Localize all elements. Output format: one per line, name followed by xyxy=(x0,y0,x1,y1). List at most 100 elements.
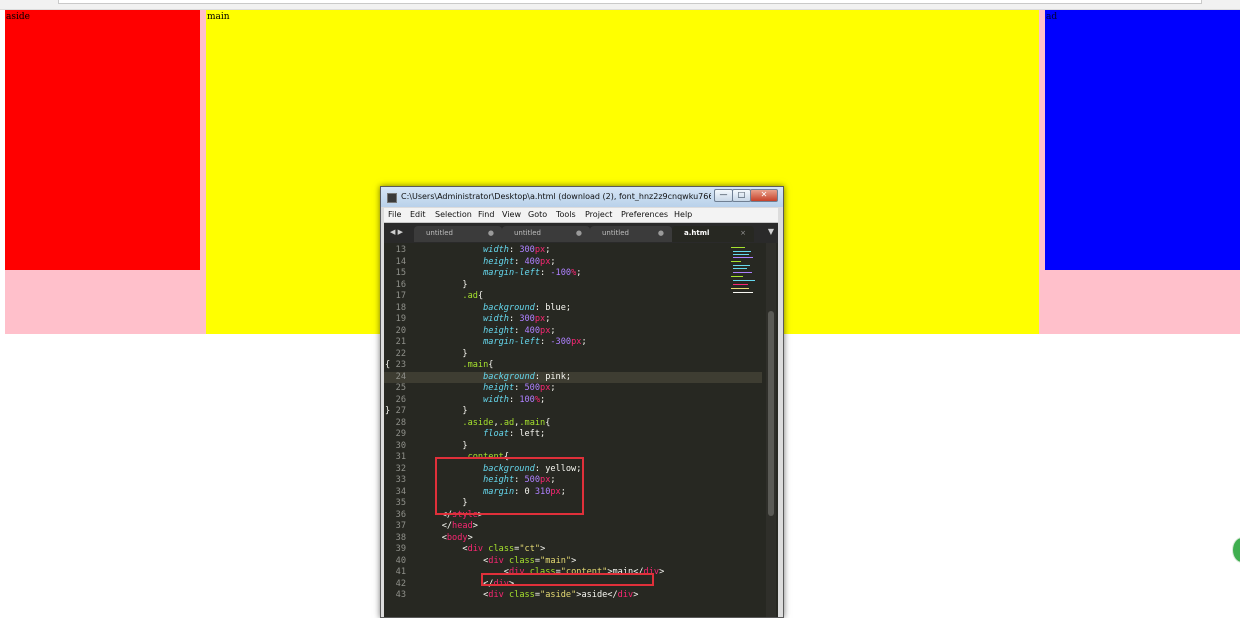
tab-a-html[interactable]: a.html × xyxy=(672,226,754,242)
code-token: ; xyxy=(545,314,551,324)
code-token: < xyxy=(421,555,489,566)
code-line[interactable]: 22 } xyxy=(384,349,762,361)
close-button[interactable]: ✕ xyxy=(750,189,778,202)
scrollbar-thumb[interactable] xyxy=(768,311,774,516)
code-token: 100 xyxy=(519,394,535,405)
code-token: .ad xyxy=(498,417,515,428)
code-token: 300 xyxy=(519,314,535,324)
code-line[interactable]: 30 } xyxy=(384,441,762,453)
code-text: } xyxy=(421,406,467,418)
menu-find[interactable]: Find xyxy=(478,210,494,219)
code-token: px xyxy=(571,337,582,347)
close-tab-icon[interactable]: × xyxy=(740,229,746,237)
editor-title-bar[interactable]: C:\Users\Administrator\Desktop\a.html (d… xyxy=(381,187,783,207)
code-token: margin-left xyxy=(483,337,541,347)
code-token: body xyxy=(446,532,468,543)
fold-marker-icon[interactable]: } xyxy=(385,406,390,418)
code-token: < xyxy=(421,590,489,600)
line-number: 32 xyxy=(395,463,406,474)
code-token: > xyxy=(571,555,577,566)
code-text: width: 300px; xyxy=(421,314,550,326)
code-token: 400 xyxy=(524,256,541,267)
code-token: height xyxy=(483,383,515,393)
line-number: 28 xyxy=(395,417,406,428)
code-text: <div class="ct"> xyxy=(421,544,545,556)
unsaved-dot-icon: ● xyxy=(657,229,664,237)
code-text: } xyxy=(421,441,467,453)
menu-tools[interactable]: Tools xyxy=(556,210,576,219)
sublime-editor-window[interactable]: C:\Users\Administrator\Desktop\a.html (d… xyxy=(380,186,784,618)
code-line[interactable]: 24 background: pink; xyxy=(384,371,762,384)
code-token: : xyxy=(508,245,520,255)
line-number: 39 xyxy=(395,544,406,554)
code-line[interactable]: 26 width: 100%; xyxy=(384,395,762,407)
tab-scroll-arrows-icon[interactable]: ◀ ▶ xyxy=(390,228,403,236)
code-token: : xyxy=(514,256,525,267)
code-text: width: 300px; xyxy=(421,245,550,257)
code-token: 500 xyxy=(524,383,541,393)
menu-edit[interactable]: Edit xyxy=(410,210,426,219)
minimize-button[interactable]: — xyxy=(714,189,733,202)
menu-goto[interactable]: Goto xyxy=(528,210,547,219)
code-token: px xyxy=(534,245,546,255)
code-token: { xyxy=(488,360,494,370)
code-text: <div class="aside">aside</div> xyxy=(421,590,638,602)
code-token: background xyxy=(483,302,535,313)
code-line[interactable]: 38 <body> xyxy=(384,533,762,545)
code-line[interactable]: 17 .ad{ xyxy=(384,291,762,303)
line-number: 35 xyxy=(395,498,406,508)
code-line[interactable]: 43 <div class="aside">aside</div> xyxy=(384,590,762,602)
line-number: 43 xyxy=(395,590,406,600)
main-label: main xyxy=(207,12,230,22)
code-line[interactable]: 20 height: 400px; xyxy=(384,326,762,338)
tab-label: untitled xyxy=(426,229,454,237)
code-line[interactable]: 19 width: 300px; xyxy=(384,314,762,326)
maximize-button[interactable]: □ xyxy=(732,189,751,202)
code-line[interactable]: 18 background: blue; xyxy=(384,303,762,315)
code-token: > xyxy=(472,521,478,531)
code-token: : xyxy=(508,394,520,405)
code-token: > xyxy=(467,532,473,543)
code-text: background: pink; xyxy=(421,372,571,384)
code-line[interactable]: 21 margin-left: -300px; xyxy=(384,337,762,349)
menu-help[interactable]: Help xyxy=(674,210,692,219)
tab-untitled-3[interactable]: untitled ● xyxy=(590,226,672,242)
tab-untitled-2[interactable]: untitled ● xyxy=(502,226,590,242)
menu-preferences[interactable]: Preferences xyxy=(621,210,668,219)
editor-title: C:\Users\Administrator\Desktop\a.html (d… xyxy=(401,192,711,201)
code-token: div xyxy=(617,590,634,600)
address-bar[interactable] xyxy=(58,0,1202,4)
code-line[interactable]: 14 height: 400px; xyxy=(384,257,762,269)
code-line[interactable]: 40 <div class="main"> xyxy=(384,556,762,568)
code-line[interactable]: 13 width: 300px; xyxy=(384,245,762,257)
code-text: background: blue; xyxy=(421,303,571,315)
code-line[interactable]: 28 .aside,.ad,.main{ xyxy=(384,418,762,430)
code-line[interactable]: 29 float: left; xyxy=(384,429,762,441)
code-line[interactable]: 23{ .main{ xyxy=(384,360,762,372)
tab-list-dropdown-icon[interactable]: ▼ xyxy=(768,227,774,236)
code-token: width xyxy=(483,314,509,324)
code-line[interactable]: 37 </head> xyxy=(384,521,762,533)
code-token: ; xyxy=(545,245,551,255)
menu-view[interactable]: View xyxy=(502,210,521,219)
menu-file[interactable]: File xyxy=(388,210,401,219)
code-line[interactable]: 25 height: 500px; xyxy=(384,383,762,395)
menu-selection[interactable]: Selection xyxy=(435,210,472,219)
code-editor[interactable]: 13 width: 300px; 14 height: 400px; 15 marg… xyxy=(384,243,778,617)
code-line[interactable]: 15 margin-left: -100%; xyxy=(384,268,762,280)
code-line[interactable]: 39 <div class="ct"> xyxy=(384,544,762,556)
code-token: ; xyxy=(550,256,556,267)
floating-extension-icon[interactable] xyxy=(1232,537,1240,563)
code-token: { xyxy=(545,417,551,428)
fold-marker-icon[interactable]: { xyxy=(385,360,390,372)
menu-project[interactable]: Project xyxy=(585,210,612,219)
code-token: px xyxy=(540,383,551,393)
code-text: } xyxy=(421,349,467,361)
minimap[interactable] xyxy=(729,245,759,305)
code-token: -300 xyxy=(550,337,572,347)
code-line[interactable]: 27} } xyxy=(384,406,762,418)
tab-untitled-1[interactable]: untitled ● xyxy=(414,226,502,242)
code-line[interactable]: 16 } xyxy=(384,280,762,292)
